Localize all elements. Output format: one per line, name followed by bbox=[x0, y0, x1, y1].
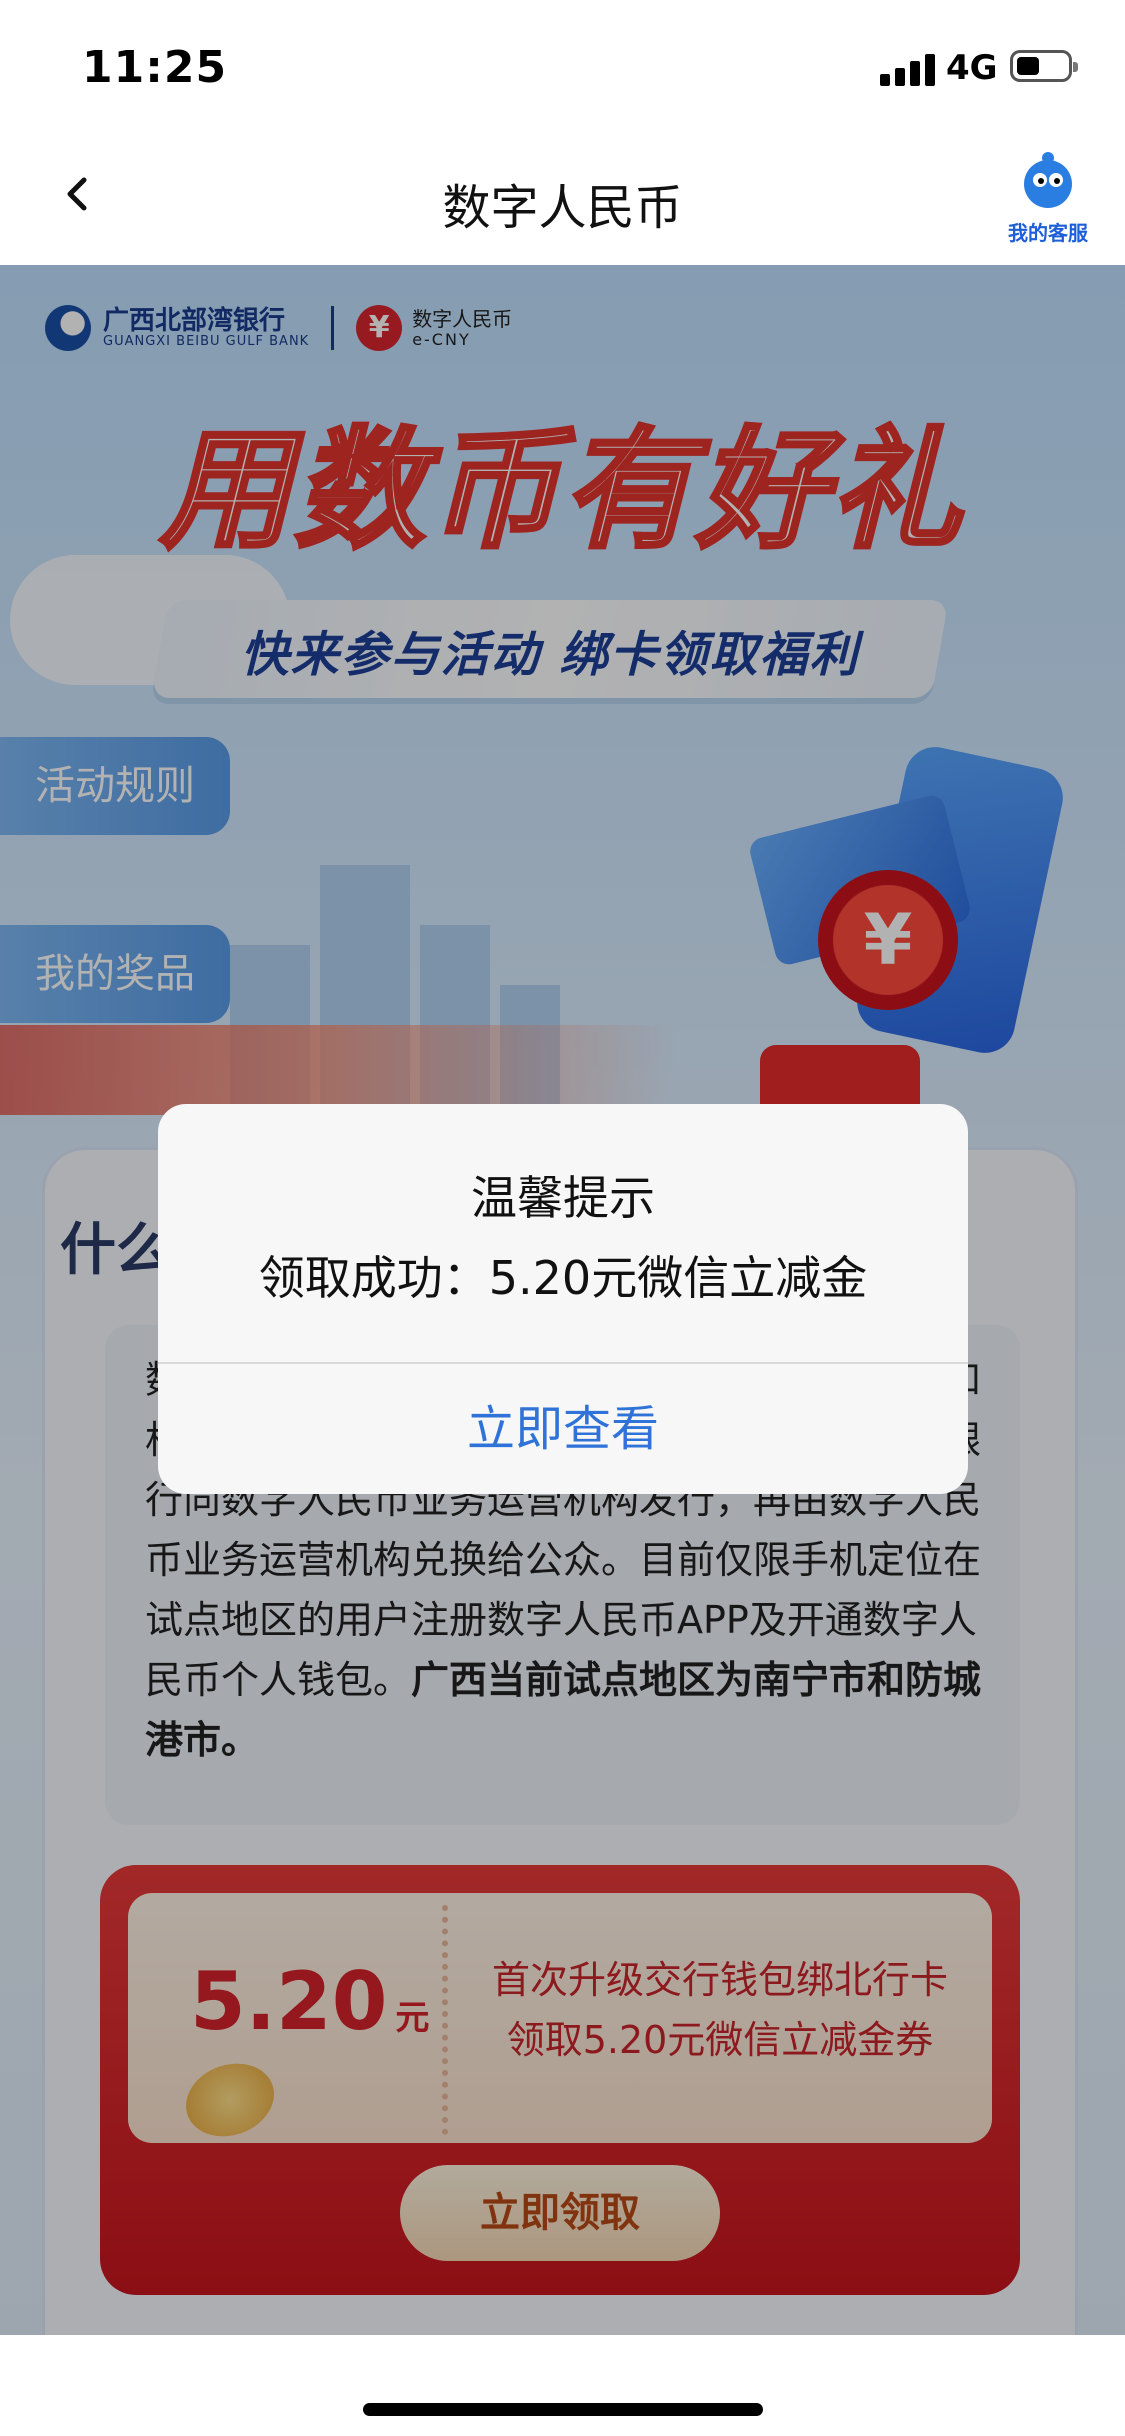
network-type: 4G bbox=[946, 48, 998, 88]
customer-service-button[interactable]: 我的客服 bbox=[1000, 150, 1096, 246]
dialog-title: 温馨提示 bbox=[471, 1171, 655, 1225]
alert-dialog: 温馨提示 领取成功：5.20元微信立减金 立即查看 bbox=[158, 1104, 968, 1494]
status-bar: 11:25 4G bbox=[0, 0, 1125, 130]
service-mascot-icon bbox=[1024, 152, 1072, 208]
bottom-bar bbox=[0, 2335, 1125, 2436]
home-indicator[interactable] bbox=[363, 2403, 763, 2416]
signal-icon bbox=[880, 52, 936, 86]
dialog-message: 领取成功：5.20元微信立减金 bbox=[258, 1251, 868, 1305]
view-now-button[interactable]: 立即查看 bbox=[158, 1364, 968, 1494]
nav-bar: 数字人民币 我的客服 bbox=[0, 130, 1125, 265]
status-time: 11:25 bbox=[82, 42, 228, 93]
service-label: 我的客服 bbox=[1008, 221, 1088, 245]
battery-icon bbox=[1010, 50, 1078, 82]
page-title: 数字人民币 bbox=[442, 180, 683, 236]
